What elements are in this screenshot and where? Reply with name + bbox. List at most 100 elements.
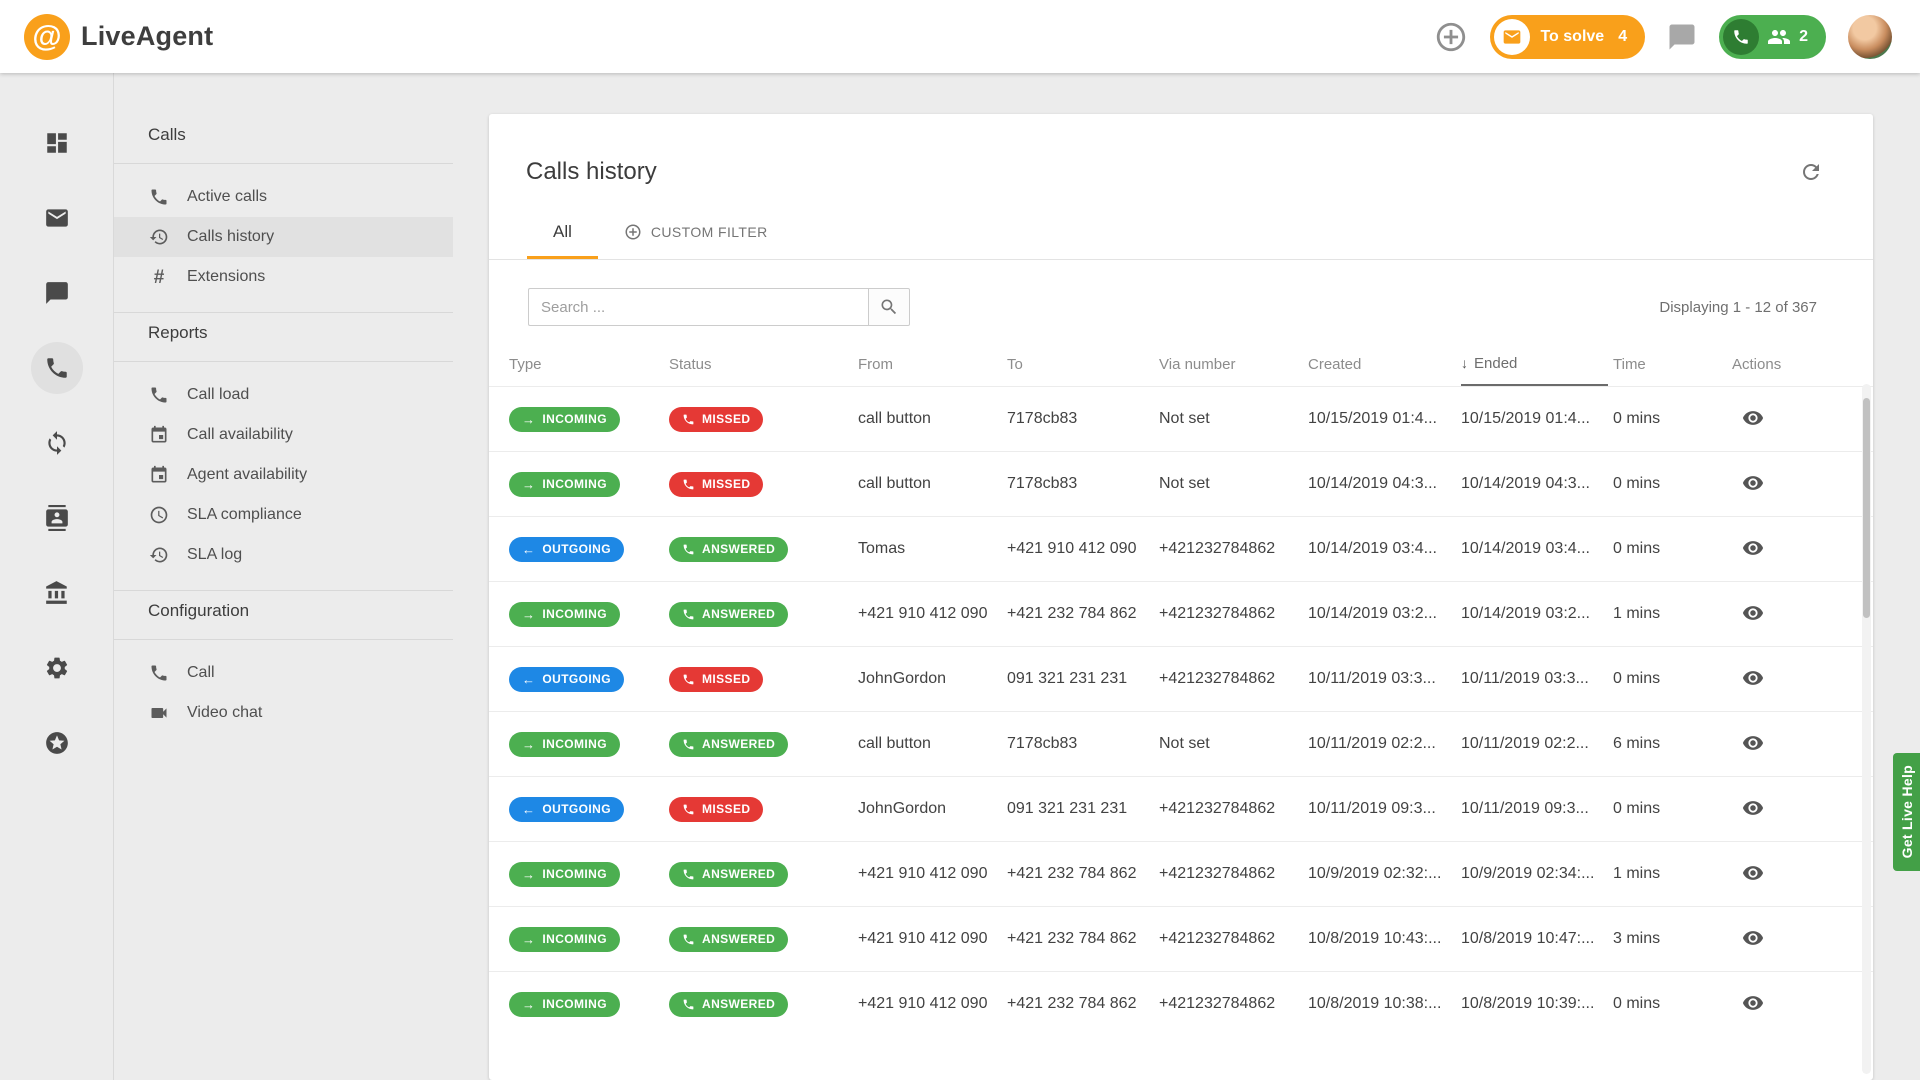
calendar-icon — [148, 425, 170, 445]
sidebar-item-video-chat[interactable]: Video chat — [114, 693, 453, 733]
tab-all[interactable]: All — [527, 208, 598, 259]
column-header-ended[interactable]: ↓Ended — [1461, 342, 1608, 386]
liveagent-logo-icon: @ — [24, 14, 70, 60]
status-badge: MISSED — [669, 472, 763, 497]
column-header-created[interactable]: Created — [1308, 342, 1461, 386]
rail-item-company[interactable] — [31, 567, 83, 619]
sidebar-item-calls-history[interactable]: Calls history — [114, 217, 453, 257]
cell-status: ANSWERED — [669, 992, 858, 1017]
cell-to: +421 232 784 862 — [1007, 605, 1159, 623]
view-call-button[interactable] — [1740, 860, 1766, 886]
sidebar-item-call-load[interactable]: Call load — [114, 375, 453, 415]
cell-type: ←OUTGOING — [509, 537, 669, 562]
cell-via-number: +421232784862 — [1159, 930, 1308, 948]
cell-actions — [1732, 860, 1863, 889]
avatar[interactable] — [1848, 15, 1892, 59]
cell-from: JohnGordon — [858, 670, 1007, 688]
tab-label: All — [553, 222, 572, 242]
rail-item-calls[interactable] — [31, 342, 83, 394]
cell-status: ANSWERED — [669, 862, 858, 887]
search-button[interactable] — [868, 288, 910, 326]
sidebar-item-sla-log[interactable]: SLA log — [114, 535, 453, 575]
cell-type: →INCOMING — [509, 732, 669, 757]
sidebar-section-title-reports: Reports — [114, 313, 453, 361]
sidebar-item-active-calls[interactable]: Active calls — [114, 177, 453, 217]
stars-icon — [44, 730, 70, 756]
column-header-status[interactable]: Status — [669, 342, 858, 386]
rail-item-settings[interactable] — [31, 642, 83, 694]
cell-via-number: Not set — [1159, 410, 1308, 428]
status-badge: ANSWERED — [669, 992, 788, 1017]
cell-ended: 10/11/2019 02:2... — [1461, 735, 1613, 753]
to-solve-button[interactable]: To solve 4 — [1490, 15, 1645, 59]
scrollbar-thumb[interactable] — [1863, 398, 1870, 618]
table-row: ←OUTGOINGMISSEDJohnGordon091 321 231 231… — [489, 646, 1873, 711]
cell-ended: 10/11/2019 03:3... — [1461, 670, 1613, 688]
type-badge: →INCOMING — [509, 992, 620, 1017]
sidebar-item-call[interactable]: Call — [114, 653, 453, 693]
rail-item-extras[interactable] — [31, 717, 83, 769]
view-call-button[interactable] — [1740, 990, 1766, 1016]
sidebar-item-label: Calls history — [187, 228, 274, 246]
cell-ended: 10/8/2019 10:39:... — [1461, 995, 1613, 1013]
add-new-button[interactable] — [1434, 20, 1468, 54]
eye-icon — [1742, 927, 1764, 949]
column-header-type[interactable]: Type — [509, 342, 669, 386]
view-call-button[interactable] — [1740, 600, 1766, 626]
cell-to: 091 321 231 231 — [1007, 800, 1159, 818]
cell-type: →INCOMING — [509, 602, 669, 627]
sidebar-item-agent-availability[interactable]: Agent availability — [114, 455, 453, 495]
type-badge: →INCOMING — [509, 732, 620, 757]
sidebar-item-extensions[interactable]: #Extensions — [114, 257, 453, 297]
cell-created: 10/8/2019 10:38:... — [1308, 995, 1461, 1013]
calendar-icon — [148, 465, 170, 485]
view-call-button[interactable] — [1740, 535, 1766, 561]
status-badge: ANSWERED — [669, 927, 788, 952]
sidebar-item-label: SLA compliance — [187, 506, 302, 524]
column-header-actions[interactable]: Actions — [1732, 342, 1863, 386]
view-call-button[interactable] — [1740, 795, 1766, 821]
column-header-to[interactable]: To — [1007, 342, 1159, 386]
view-call-button[interactable] — [1740, 665, 1766, 691]
sidebar-item-label: Call — [187, 664, 215, 682]
rail-item-contacts[interactable] — [31, 492, 83, 544]
displaying-count: Displaying 1 - 12 of 367 — [1659, 299, 1817, 316]
page-title: Calls history — [526, 158, 657, 186]
cell-time: 3 mins — [1613, 930, 1732, 948]
eye-icon — [1742, 602, 1764, 624]
rail-item-dashboard[interactable] — [31, 117, 83, 169]
rail-item-tickets[interactable] — [31, 192, 83, 244]
cell-to: +421 232 784 862 — [1007, 865, 1159, 883]
refresh-button[interactable] — [1797, 158, 1825, 186]
type-badge: ←OUTGOING — [509, 537, 624, 562]
view-call-button[interactable] — [1740, 405, 1766, 431]
cell-to: 7178cb83 — [1007, 410, 1159, 428]
get-live-help-tab[interactable]: Get Live Help — [1893, 753, 1920, 871]
add-circle-icon — [624, 223, 642, 241]
messages-button[interactable] — [1667, 22, 1697, 52]
people-icon — [1767, 25, 1791, 49]
phone-circle — [1723, 19, 1759, 55]
cell-created: 10/14/2019 03:4... — [1308, 540, 1461, 558]
column-header-time[interactable]: Time — [1613, 342, 1732, 386]
column-header-from[interactable]: From — [858, 342, 1007, 386]
search-input[interactable] — [528, 288, 868, 326]
sidebar-item-call-availability[interactable]: Call availability — [114, 415, 453, 455]
view-call-button[interactable] — [1740, 925, 1766, 951]
tab-custom-filter[interactable]: CUSTOM FILTER — [598, 208, 794, 259]
rail-item-chats[interactable] — [31, 267, 83, 319]
view-call-button[interactable] — [1740, 470, 1766, 496]
rail-item-sync[interactable] — [31, 417, 83, 469]
phone-icon — [1732, 28, 1750, 46]
cell-from: call button — [858, 735, 1007, 753]
cell-type: ←OUTGOING — [509, 797, 669, 822]
table-row: →INCOMINGANSWERED+421 910 412 090+421 23… — [489, 971, 1873, 1036]
scrollbar-track[interactable] — [1862, 384, 1871, 1074]
agents-online-button[interactable]: 2 — [1719, 15, 1826, 59]
arrow-right-icon: → — [522, 998, 535, 1011]
view-call-button[interactable] — [1740, 730, 1766, 756]
column-header-via-number[interactable]: Via number — [1159, 342, 1308, 386]
cell-status: ANSWERED — [669, 927, 858, 952]
phone-icon — [682, 803, 695, 816]
sidebar-item-sla-compliance[interactable]: SLA compliance — [114, 495, 453, 535]
